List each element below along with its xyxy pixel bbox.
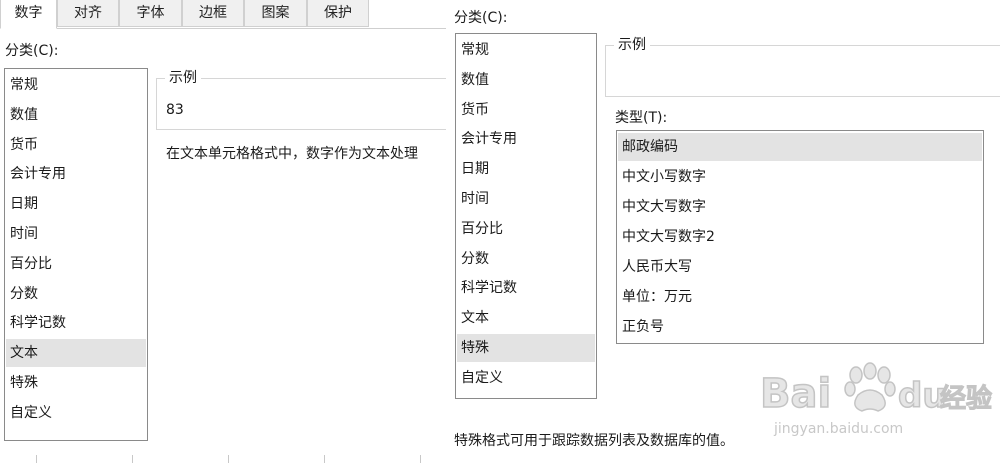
category-list-item[interactable]: 货币 xyxy=(6,131,146,159)
category-list-item[interactable]: 分数 xyxy=(6,280,146,308)
sample-group: 示例 xyxy=(605,37,1000,97)
category-list-item[interactable]: 时间 xyxy=(457,185,595,213)
type-label: 类型(T): xyxy=(615,110,668,126)
category-list-item[interactable]: 特殊 xyxy=(457,334,595,362)
baidu-jingyan-watermark: Bai du 经验 jingyan.baidu.com xyxy=(758,345,998,445)
baidu-bai-text: Bai xyxy=(760,371,831,417)
type-list-item[interactable]: 正负号 xyxy=(618,313,982,341)
category-label: 分类(C): xyxy=(5,43,59,59)
tab-number[interactable]: 数字 xyxy=(0,0,57,29)
category-list-item[interactable]: 货币 xyxy=(457,96,595,124)
type-list-item[interactable]: 单位：万元 xyxy=(618,283,982,311)
jingyan-text: 经验 xyxy=(940,383,992,414)
tab-alignment[interactable]: 对齐 xyxy=(57,0,119,27)
category-listbox[interactable]: 常规 数值 货币 会计专用 日期 时间 百分比 分数 科学记数 文本 特殊 自定义 xyxy=(4,68,148,441)
category-list-item[interactable]: 文本 xyxy=(6,339,146,368)
type-listbox[interactable]: 邮政编码 中文小写数字 中文大写数字 中文大写数字2 人民币大写 单位：万元 正负号 xyxy=(616,130,984,344)
category-list-item[interactable]: 数值 xyxy=(457,66,595,94)
format-description: 特殊格式可用于跟踪数据列表及数据库的值。 xyxy=(454,433,734,449)
tab-bar: 数字 对齐 字体 边框 图案 保护 xyxy=(0,0,448,29)
type-list-item[interactable]: 中文大写数字2 xyxy=(618,223,982,251)
type-list-item[interactable]: 中文大写数字 xyxy=(618,193,982,221)
category-label: 分类(C): xyxy=(454,10,508,26)
category-list-item[interactable]: 分数 xyxy=(457,245,595,273)
category-list-item[interactable]: 常规 xyxy=(457,36,595,64)
category-list-item[interactable]: 百分比 xyxy=(457,215,595,243)
category-list-item[interactable]: 会计专用 xyxy=(6,160,146,188)
tab-protection[interactable]: 保护 xyxy=(307,0,369,27)
category-list-item[interactable]: 科学记数 xyxy=(6,309,146,337)
sample-group: 示例 83 xyxy=(156,70,448,130)
watermark-url: jingyan.baidu.com xyxy=(773,421,903,437)
category-list-item[interactable]: 百分比 xyxy=(6,250,146,278)
category-list-item[interactable]: 常规 xyxy=(6,71,146,99)
sample-legend: 示例 xyxy=(614,37,650,53)
category-listbox[interactable]: 常规 数值 货币 会计专用 日期 时间 百分比 分数 科学记数 文本 特殊 自定义 xyxy=(455,33,597,399)
category-list-item[interactable]: 会计专用 xyxy=(457,125,595,153)
category-list-item[interactable]: 日期 xyxy=(6,190,146,218)
type-list-item[interactable]: 人民币大写 xyxy=(618,253,982,281)
category-list-item[interactable]: 时间 xyxy=(6,220,146,248)
type-list-item[interactable]: 邮政编码 xyxy=(618,133,982,161)
category-list-item[interactable]: 文本 xyxy=(457,304,595,332)
sample-legend: 示例 xyxy=(165,70,201,86)
sample-value: 83 xyxy=(166,102,184,118)
left-dialog-panel: 数字 对齐 字体 边框 图案 保护 分类(C): 常规 数值 货币 会计专用 日期 时间百… xyxy=(0,0,448,463)
type-list-item[interactable]: 中文小写数字 xyxy=(618,163,982,191)
tab-border[interactable]: 边框 xyxy=(182,0,244,27)
tab-font[interactable]: 字体 xyxy=(119,0,182,27)
category-list-item[interactable]: 科学记数 xyxy=(457,274,595,302)
category-list-item[interactable]: 数值 xyxy=(6,101,146,129)
category-list-item[interactable]: 自定义 xyxy=(6,399,146,427)
category-list-item[interactable]: 日期 xyxy=(457,155,595,183)
tab-pattern[interactable]: 图案 xyxy=(244,0,307,27)
format-description: 在文本单元格格式中，数字作为文本处理 xyxy=(166,146,418,162)
baidu-paw-logo: Bai du 经验 jingyan.baidu.com xyxy=(759,362,993,437)
category-list-item[interactable]: 自定义 xyxy=(457,364,595,392)
category-list-item[interactable]: 特殊 xyxy=(6,369,146,397)
